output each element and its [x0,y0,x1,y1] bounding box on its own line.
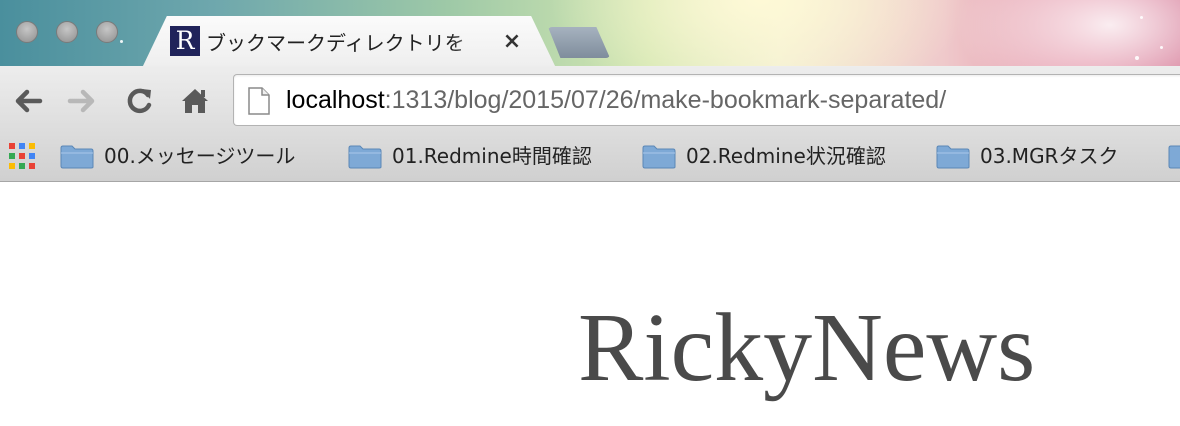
wallpaper-sparkle [1140,16,1143,19]
tab-favicon-icon: R [170,26,200,56]
window-close-button[interactable] [16,21,38,43]
back-arrow-icon[interactable] [10,84,44,118]
url-text[interactable]: localhost:1313/blog/2015/07/26/make-book… [286,75,946,125]
window-minimize-button[interactable] [56,21,78,43]
apps-grid-icon[interactable] [9,143,36,170]
url-host: localhost [286,86,385,114]
wallpaper-sparkle [120,40,123,43]
forward-arrow-icon[interactable] [66,84,100,118]
tab-close-icon[interactable]: × [500,29,524,55]
folder-icon [936,145,970,169]
bookmark-folder-00[interactable]: 00.メッセージツール [60,134,330,180]
bookmark-label: 01.Redmine時間確認 [392,144,592,168]
folder-icon [348,145,382,169]
new-tab-button[interactable] [548,27,610,58]
bookmark-folder-02[interactable]: 02.Redmine状況確認 [642,134,917,180]
bookmark-folder-03[interactable]: 03.MGRタスク [936,134,1146,180]
folder-icon [60,145,94,169]
site-title[interactable]: RickyNews [578,288,1035,408]
window-zoom-button[interactable] [96,21,118,43]
folder-icon [642,145,676,169]
bookmark-folder-04[interactable] [1168,134,1180,180]
tab-title: ブックマークディレクトリを [206,31,465,55]
bookmark-folder-01[interactable]: 01.Redmine時間確認 [348,134,618,180]
wallpaper-sparkle [1135,56,1139,60]
browser-title-bar: R ブックマークディレクトリを × [0,0,1180,66]
reload-icon[interactable] [122,84,156,118]
home-icon[interactable] [178,84,212,118]
address-bar[interactable]: localhost:1313/blog/2015/07/26/make-book… [233,74,1180,126]
url-path: :1313/blog/2015/07/26/make-bookmark-sepa… [384,86,947,114]
browser-toolbar: localhost:1313/blog/2015/07/26/make-book… [0,66,1180,134]
bookmark-label: 00.メッセージツール [104,144,296,168]
bookmark-label: 03.MGRタスク [980,144,1119,168]
folder-icon [1168,145,1180,169]
bookmark-label: 02.Redmine状況確認 [686,144,886,168]
page-icon [248,87,270,115]
bookmarks-bar: 00.メッセージツール 01.Redmine時間確認 02.Redmine状況確… [0,134,1180,182]
wallpaper-sparkle [1160,46,1163,49]
